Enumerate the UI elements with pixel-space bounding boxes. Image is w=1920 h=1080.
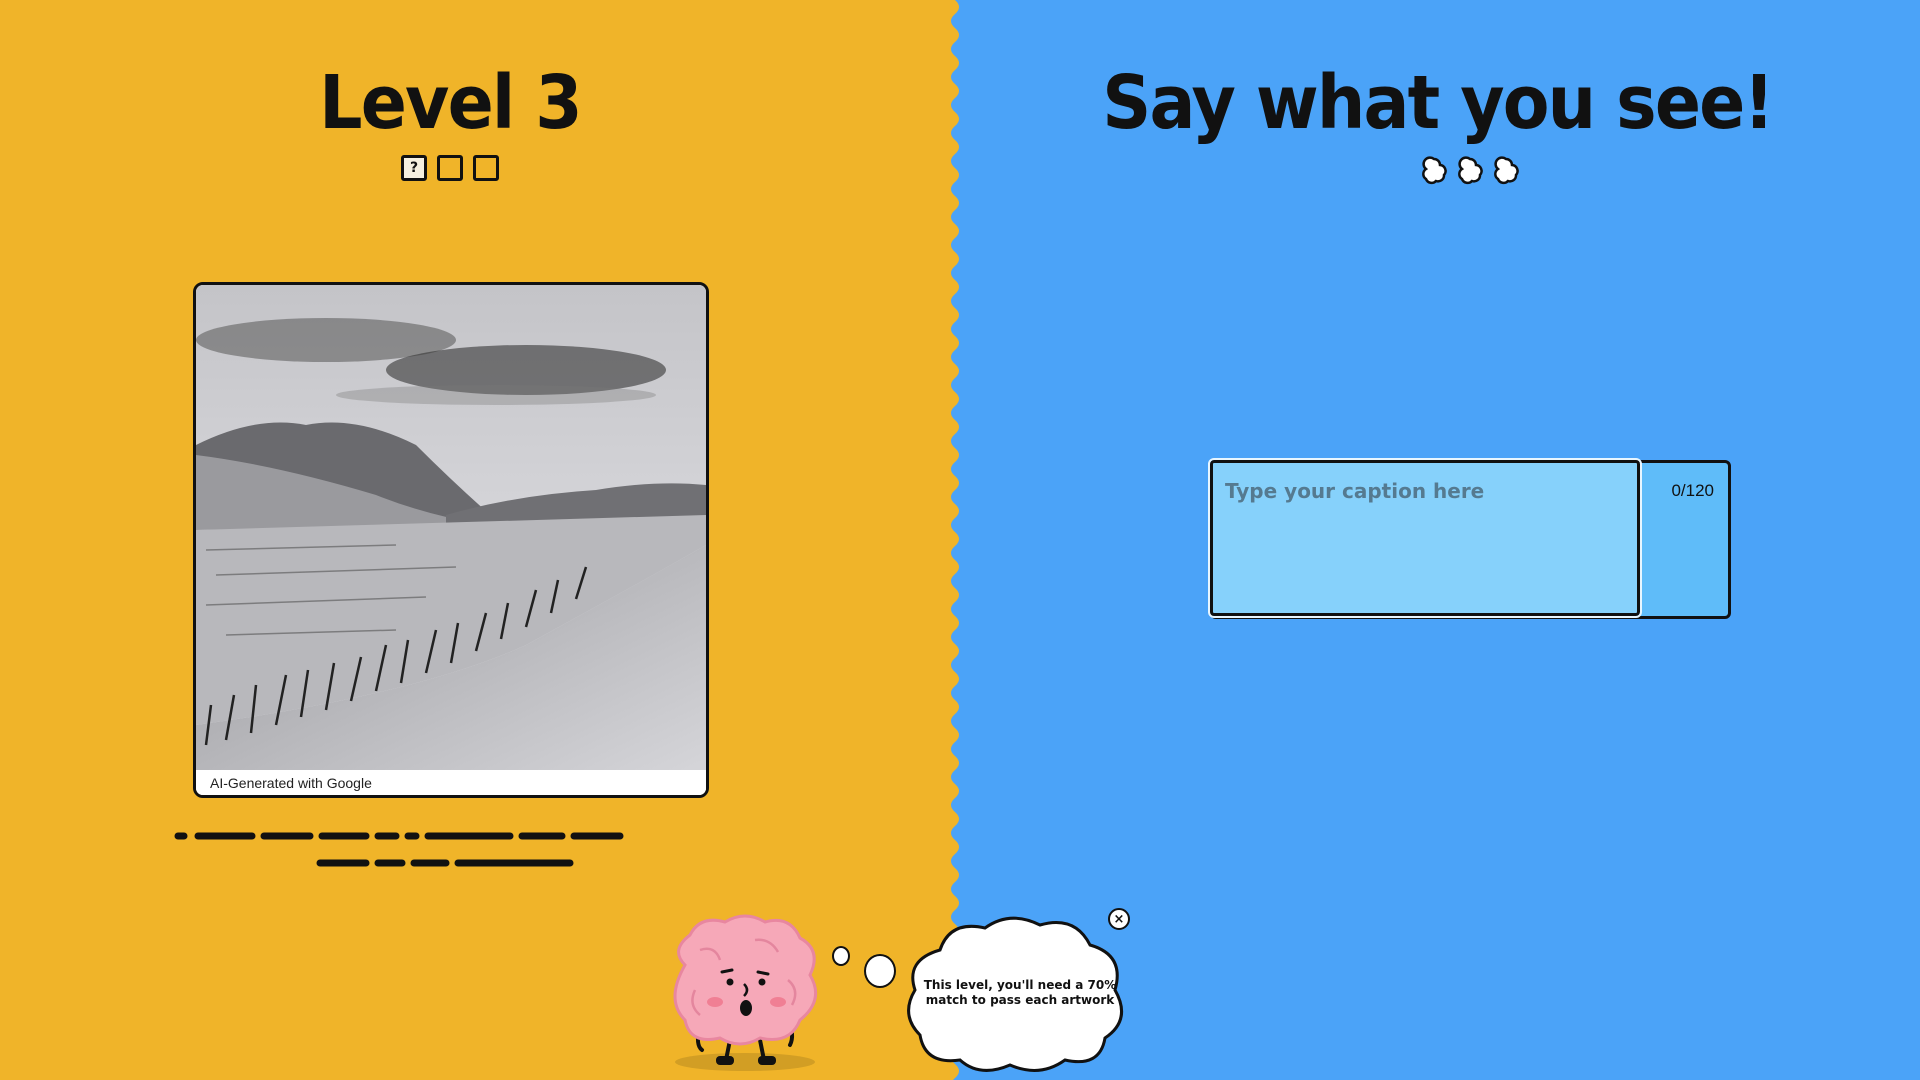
hint-text: This level, you'll need a 70% match to p…: [923, 978, 1117, 1007]
character-count: 0/120: [1671, 481, 1714, 500]
level-title: Level 3: [319, 60, 582, 146]
progress-box-current: ?: [401, 155, 427, 181]
life-flower-icon: [1458, 156, 1483, 185]
close-icon[interactable]: ×: [1108, 908, 1130, 930]
artwork-image: AI-Generated with Google: [193, 282, 709, 798]
life-flower-icon: [1422, 156, 1447, 185]
prompt-title: Say what you see!: [1102, 60, 1774, 146]
thought-dot: [864, 954, 896, 988]
landscape-sketch-image: [196, 285, 706, 795]
brain-mascot: [673, 914, 818, 1071]
lives-indicator: [1418, 155, 1522, 185]
progress-box: [437, 155, 463, 181]
artwork-credit: AI-Generated with Google: [210, 775, 372, 791]
thought-dot: [832, 946, 850, 966]
hidden-caption-scribble: [174, 832, 624, 867]
level-progress: ?: [401, 155, 499, 181]
caption-box: 0/120: [1208, 458, 1731, 619]
life-flower-icon: [1494, 156, 1519, 185]
progress-box: [473, 155, 499, 181]
caption-input[interactable]: [1208, 458, 1642, 618]
